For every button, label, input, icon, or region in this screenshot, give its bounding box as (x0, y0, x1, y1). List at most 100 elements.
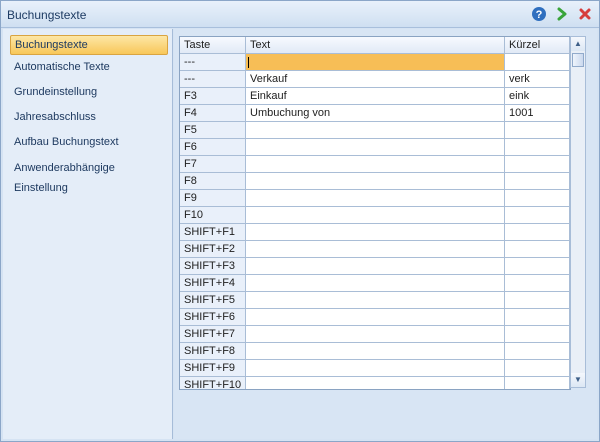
table-row[interactable]: SHIFT+F10 (180, 377, 570, 389)
table-row[interactable]: SHIFT+F3 (180, 258, 570, 275)
kuerzel-cell[interactable] (505, 139, 570, 156)
buchungstexte-window: Buchungstexte ? Buchungstexte Automatisc… (0, 0, 600, 442)
text-cell[interactable] (246, 309, 505, 326)
kuerzel-cell[interactable] (505, 207, 570, 224)
text-cell[interactable] (246, 343, 505, 360)
text-cell[interactable] (246, 190, 505, 207)
taste-cell: SHIFT+F10 (180, 377, 246, 389)
kuerzel-cell[interactable] (505, 190, 570, 207)
sidebar-item-buchungstexte[interactable]: Buchungstexte (10, 35, 168, 55)
table-row[interactable]: SHIFT+F4 (180, 275, 570, 292)
close-icon[interactable] (577, 6, 593, 22)
taste-cell: --- (180, 71, 246, 88)
kuerzel-cell[interactable] (505, 360, 570, 377)
sidebar-item-aufbau-buchungstext[interactable]: Aufbau Buchungstext (10, 132, 168, 152)
sidebar-item-anwenderabhaengige-einstellung[interactable]: Anwenderabhängige Einstellung (10, 158, 168, 194)
taste-cell: SHIFT+F5 (180, 292, 246, 309)
table-header: Taste Text Kürzel (180, 37, 570, 54)
column-header-taste[interactable]: Taste (180, 37, 246, 54)
kuerzel-cell[interactable] (505, 377, 570, 389)
taste-cell: F4 (180, 105, 246, 122)
kuerzel-cell[interactable] (505, 156, 570, 173)
kuerzel-cell[interactable]: eink (505, 88, 570, 105)
table-row[interactable]: F7 (180, 156, 570, 173)
sidebar-item-jahresabschluss[interactable]: Jahresabschluss (10, 107, 168, 127)
scrollbar-thumb[interactable] (572, 53, 584, 67)
text-cell[interactable] (246, 139, 505, 156)
kuerzel-cell[interactable] (505, 54, 570, 71)
taste-cell: SHIFT+F6 (180, 309, 246, 326)
table-row[interactable]: SHIFT+F9 (180, 360, 570, 377)
taste-cell: SHIFT+F2 (180, 241, 246, 258)
text-cell[interactable] (246, 275, 505, 292)
help-icon[interactable]: ? (531, 6, 547, 22)
buchungstexte-table: Taste Text Kürzel --- --- Verkauf verk F… (179, 36, 571, 390)
kuerzel-cell[interactable]: 1001 (505, 105, 570, 122)
text-cell[interactable] (246, 292, 505, 309)
sidebar-item-grundeinstellung[interactable]: Grundeinstellung (10, 82, 168, 102)
text-cell[interactable] (246, 122, 505, 139)
kuerzel-cell[interactable] (505, 275, 570, 292)
scroll-up-button[interactable]: ▲ (571, 37, 585, 51)
text-cell-selected[interactable] (246, 54, 505, 71)
taste-cell: F8 (180, 173, 246, 190)
table-row[interactable]: F5 (180, 122, 570, 139)
text-cell[interactable] (246, 224, 505, 241)
text-cell[interactable] (246, 377, 505, 389)
table-row[interactable]: F6 (180, 139, 570, 156)
next-arrow-icon[interactable] (554, 6, 570, 22)
kuerzel-cell[interactable] (505, 173, 570, 190)
column-header-kuerzel[interactable]: Kürzel (505, 37, 570, 54)
settings-sidebar: Buchungstexte Automatische Texte Grundei… (3, 29, 173, 439)
table-row[interactable]: SHIFT+F2 (180, 241, 570, 258)
kuerzel-cell[interactable] (505, 343, 570, 360)
scroll-down-button[interactable]: ▼ (571, 373, 585, 387)
taste-cell: SHIFT+F7 (180, 326, 246, 343)
taste-cell: SHIFT+F4 (180, 275, 246, 292)
kuerzel-cell[interactable] (505, 309, 570, 326)
taste-cell: F5 (180, 122, 246, 139)
taste-cell: SHIFT+F1 (180, 224, 246, 241)
table-row[interactable]: F3 Einkauf eink (180, 88, 570, 105)
text-cell[interactable] (246, 360, 505, 377)
svg-text:?: ? (536, 9, 543, 21)
table-row[interactable]: SHIFT+F8 (180, 343, 570, 360)
text-cell[interactable] (246, 258, 505, 275)
table-row[interactable]: F8 (180, 173, 570, 190)
table-row[interactable]: F9 (180, 190, 570, 207)
table-row[interactable]: F4 Umbuchung von 1001 (180, 105, 570, 122)
text-cell[interactable]: Umbuchung von (246, 105, 505, 122)
kuerzel-cell[interactable]: verk (505, 71, 570, 88)
kuerzel-cell[interactable] (505, 292, 570, 309)
kuerzel-cell[interactable] (505, 224, 570, 241)
kuerzel-cell[interactable] (505, 258, 570, 275)
table-row[interactable]: SHIFT+F6 (180, 309, 570, 326)
table-row[interactable]: SHIFT+F5 (180, 292, 570, 309)
taste-cell: --- (180, 54, 246, 71)
table-scrollbar[interactable]: ▲ ▼ (570, 36, 586, 388)
text-caret (248, 57, 249, 68)
sidebar-item-automatische-texte[interactable]: Automatische Texte (10, 57, 168, 77)
text-cell[interactable] (246, 156, 505, 173)
column-header-text[interactable]: Text (246, 37, 505, 54)
table-row[interactable]: --- Verkauf verk (180, 71, 570, 88)
kuerzel-cell[interactable] (505, 326, 570, 343)
kuerzel-cell[interactable] (505, 241, 570, 258)
text-cell[interactable] (246, 326, 505, 343)
text-cell[interactable] (246, 241, 505, 258)
kuerzel-cell[interactable] (505, 122, 570, 139)
text-cell[interactable] (246, 173, 505, 190)
main-content: Taste Text Kürzel --- --- Verkauf verk F… (174, 29, 597, 439)
table-row[interactable]: SHIFT+F1 (180, 224, 570, 241)
text-cell[interactable] (246, 207, 505, 224)
title-bar: Buchungstexte ? (1, 1, 599, 28)
taste-cell: F10 (180, 207, 246, 224)
taste-cell: F9 (180, 190, 246, 207)
table-row[interactable]: --- (180, 54, 570, 71)
table-row[interactable]: SHIFT+F7 (180, 326, 570, 343)
taste-cell: F7 (180, 156, 246, 173)
table-row[interactable]: F10 (180, 207, 570, 224)
text-cell[interactable]: Einkauf (246, 88, 505, 105)
window-title: Buchungstexte (7, 8, 87, 22)
text-cell[interactable]: Verkauf (246, 71, 505, 88)
